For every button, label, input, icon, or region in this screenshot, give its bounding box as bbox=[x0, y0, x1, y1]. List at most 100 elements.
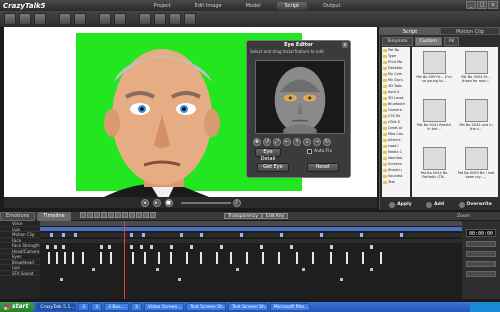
teeth-icon[interactable] bbox=[169, 13, 181, 25]
arrow-right-icon[interactable]: → bbox=[313, 137, 321, 146]
script-thumbnail[interactable]: Pat Bo 0042 and in the s... bbox=[457, 99, 495, 139]
taskbar-item[interactable]: CrazyTalk 5.1... bbox=[36, 303, 77, 311]
eye-preview-portrait[interactable] bbox=[255, 60, 345, 134]
track-keyframes[interactable] bbox=[40, 226, 462, 299]
script-thumbnail[interactable]: Pat Bo 0041 Breath in the... bbox=[415, 99, 453, 139]
eye-detail-button[interactable]: Eye Detail bbox=[255, 148, 281, 162]
script-file-icon bbox=[422, 147, 446, 170]
taskbar-item[interactable]: 3 Bus... bbox=[104, 303, 129, 311]
taskbar-item[interactable]: Microsoft Pho... bbox=[269, 303, 310, 311]
apply-button[interactable]: Apply bbox=[389, 201, 412, 208]
nav-model[interactable]: Model bbox=[238, 2, 269, 10]
dialog-close-button[interactable]: x bbox=[342, 42, 348, 48]
thumbnail-caption: Pat Bo 0041 Breath in the... bbox=[417, 123, 451, 131]
redo-icon[interactable] bbox=[74, 13, 86, 25]
record-icon[interactable] bbox=[99, 13, 111, 25]
taskbar-item[interactable]: 3 bbox=[130, 303, 142, 311]
undo-icon[interactable] bbox=[59, 13, 71, 25]
new-icon[interactable] bbox=[4, 13, 16, 25]
playback-controls: ◂ ▸ ■ ♪ bbox=[4, 197, 377, 208]
volume-slider[interactable] bbox=[180, 201, 231, 204]
background-icon[interactable] bbox=[184, 13, 196, 25]
paste-icon[interactable] bbox=[108, 212, 114, 218]
face-icon[interactable] bbox=[139, 13, 151, 25]
tab-motion-clip[interactable]: Motion Clip bbox=[440, 27, 500, 35]
script-thumbnail[interactable]: Pat Bo 0044 Bo Pathetic (TN.. bbox=[415, 147, 453, 187]
play-icon[interactable]: ▸ bbox=[152, 198, 161, 207]
nav-project[interactable]: Project bbox=[146, 2, 179, 10]
tab-timeline[interactable]: Timeline bbox=[37, 211, 71, 221]
subtab-all[interactable]: All bbox=[443, 37, 460, 46]
record-icon[interactable] bbox=[87, 212, 93, 218]
rotate-left-icon[interactable]: ↺ bbox=[263, 137, 271, 146]
taskbar-item[interactable]: Video Screen... bbox=[143, 303, 184, 311]
reset-button[interactable]: Reset bbox=[307, 163, 339, 172]
taskbar-item[interactable]: Test Screen Sh... bbox=[185, 303, 226, 311]
folder-tree[interactable]: Pat Bo Type Print Ma Desktop My Com My D… bbox=[382, 47, 410, 197]
split-icon[interactable] bbox=[129, 212, 135, 218]
taskbar-item[interactable]: 3 bbox=[91, 303, 103, 311]
key-icon[interactable] bbox=[80, 212, 86, 218]
taskbar-item[interactable]: 3 bbox=[78, 303, 90, 311]
start-button[interactable]: start bbox=[0, 302, 35, 312]
taskbar-item[interactable]: Test Screen Sh... bbox=[227, 303, 268, 311]
settings-icon[interactable] bbox=[143, 212, 149, 218]
move-icon[interactable]: ✥ bbox=[253, 137, 261, 146]
tree-item[interactable]: Test bbox=[382, 179, 410, 185]
script-thumbnail-grid: Pat Bo 009 Fe... (I'm so young to... Pat… bbox=[412, 47, 498, 197]
script-thumbnail[interactable]: Pat Bo 0004 Fe... those for mon... bbox=[457, 51, 495, 91]
arrow-down-icon[interactable]: ↓ bbox=[303, 137, 311, 146]
system-tray bbox=[470, 302, 500, 312]
edit-key-button[interactable]: Edit Key bbox=[262, 213, 289, 219]
timeline-tracks[interactable] bbox=[40, 221, 462, 299]
checkbox-box[interactable] bbox=[307, 149, 312, 154]
add-button[interactable]: Add bbox=[426, 201, 444, 208]
rotate-right-icon[interactable]: ↻ bbox=[323, 137, 331, 146]
thumbnail-caption: Pat Bo 009 Fe... (I'm so young to... bbox=[416, 75, 452, 83]
scale-icon[interactable]: ⤢ bbox=[273, 137, 281, 146]
arrow-left-icon[interactable]: ← bbox=[283, 137, 291, 146]
playhead-cursor[interactable] bbox=[124, 221, 125, 299]
nav-edit-image[interactable]: Edit Image bbox=[187, 2, 230, 10]
open-icon[interactable] bbox=[19, 13, 31, 25]
rewind-icon[interactable]: ◂ bbox=[140, 198, 149, 207]
script-file-icon bbox=[422, 51, 446, 74]
audio-icon[interactable] bbox=[150, 212, 156, 218]
minimize-button[interactable]: _ bbox=[466, 1, 476, 9]
subtab-template[interactable]: Template bbox=[382, 37, 413, 46]
overwrite-label: Overwrite bbox=[466, 202, 492, 207]
tab-script[interactable]: Script bbox=[380, 27, 440, 35]
script-thumbnail[interactable]: Pat Bo 0063 Be I had been my -... bbox=[457, 147, 495, 187]
eye-icon[interactable] bbox=[154, 13, 166, 25]
maximize-button[interactable]: □ bbox=[477, 1, 487, 9]
delete-icon[interactable] bbox=[94, 212, 100, 218]
audio-icon[interactable] bbox=[114, 13, 126, 25]
nav-output[interactable]: Output bbox=[315, 2, 348, 10]
overwrite-button[interactable]: Overwrite bbox=[458, 201, 492, 208]
close-button[interactable]: x bbox=[488, 1, 498, 9]
thumbnail-caption: Pat Bo 0042 and in the s... bbox=[459, 123, 493, 131]
lock-icon[interactable] bbox=[115, 212, 121, 218]
subtab-custom[interactable]: Custom bbox=[414, 37, 442, 46]
get-eye-button[interactable]: Get Eye bbox=[257, 163, 289, 172]
stop-icon[interactable]: ■ bbox=[164, 198, 173, 207]
loop-icon[interactable] bbox=[122, 212, 128, 218]
toolbar bbox=[0, 11, 500, 27]
filter-icon[interactable] bbox=[136, 212, 142, 218]
add-icon bbox=[426, 201, 433, 208]
save-icon[interactable] bbox=[34, 13, 46, 25]
script-thumbnail[interactable]: Pat Bo 009 Fe... (I'm so young to... bbox=[415, 51, 453, 91]
side-button[interactable] bbox=[466, 251, 496, 257]
copy-icon[interactable] bbox=[101, 212, 107, 218]
transparency-button[interactable]: Transparency bbox=[224, 213, 263, 219]
arrow-up-icon[interactable]: ↑ bbox=[293, 137, 301, 146]
side-button[interactable] bbox=[466, 261, 496, 267]
tab-emotions[interactable]: Emotions bbox=[0, 211, 36, 221]
nav-script[interactable]: Script bbox=[276, 1, 308, 10]
side-button[interactable] bbox=[466, 241, 496, 247]
speaker-icon[interactable]: ♪ bbox=[232, 198, 241, 207]
side-button[interactable] bbox=[466, 271, 496, 277]
auto-fix-checkbox[interactable]: Auto Fix bbox=[307, 149, 332, 154]
main-nav: Project Edit Image Model Script Output bbox=[142, 1, 353, 10]
eye-adjust-controls: ✥ ↺ ⤢ ← ↑ ↓ → ↻ bbox=[253, 137, 347, 146]
